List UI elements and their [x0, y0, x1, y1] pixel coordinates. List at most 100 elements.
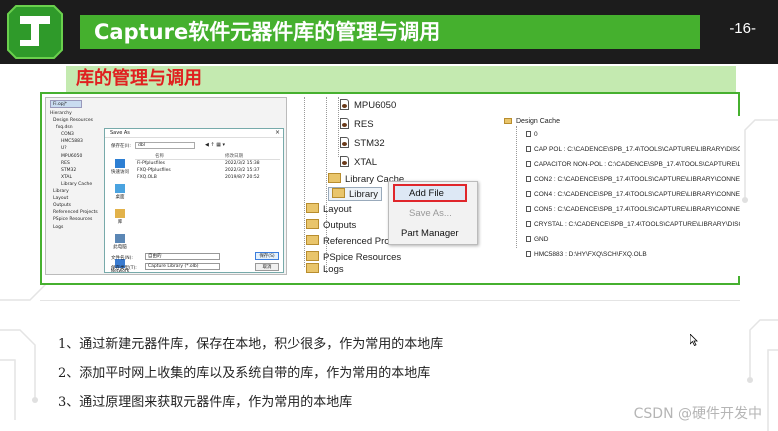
tree-item[interactable]: Referenced Projects — [50, 209, 98, 216]
tree-item[interactable]: HMC5883 — [50, 138, 94, 145]
brand-logo-icon — [7, 5, 63, 59]
part-icon — [526, 206, 531, 212]
cache-entry[interactable]: CRYSTAL : C:\CADENCE\SPB_17.4\TOOLS\CAPT… — [526, 220, 740, 230]
tree-item[interactable]: U? — [50, 145, 94, 152]
cache-entry-label: CON2 : C:\CADENCE\SPB_17.4\TOOLS\CAPTURE… — [534, 176, 740, 183]
tree-item-logs[interactable]: Logs — [306, 263, 344, 277]
column-name[interactable]: 名称 — [135, 153, 225, 159]
cancel-button[interactable]: 取消 — [255, 263, 279, 271]
project-tree-screenshot: MPU6050 RES STM32 XTAL Library Cache Lib… — [296, 97, 482, 277]
place-icon — [115, 159, 125, 168]
tree-item-library[interactable]: Library — [328, 187, 383, 201]
tree-item[interactable]: Logs — [50, 224, 94, 231]
place-item[interactable]: 此电脑 — [109, 234, 131, 257]
place-icon — [115, 234, 125, 243]
tree-item[interactable]: RES — [340, 118, 374, 132]
part-icon — [340, 118, 349, 129]
tree-item[interactable]: STM32 — [50, 167, 94, 174]
context-menu: Add File Save As... Part Manager — [388, 181, 478, 245]
tree-item[interactable]: Outputs — [50, 202, 94, 209]
tree-item-referenced[interactable]: Referenced Pro — [306, 235, 390, 249]
nav-toolbar-icons[interactable]: ◀ ↑ ▦ ▾ — [205, 142, 225, 148]
cache-entry-label: CON4 : C:\CADENCE\SPB_17.4\TOOLS\CAPTURE… — [534, 191, 740, 198]
folder-icon — [306, 263, 319, 273]
folder-icon — [328, 173, 341, 183]
part-icon — [526, 221, 531, 227]
file-list: 名称 修改日期 Fi-Pfplusfiles 2022/3/2 15:38 FXQ-… — [135, 153, 280, 181]
cache-entry-label: CAPACITOR NON-POL : C:\CADENCE\SPB_17.4\… — [534, 161, 740, 168]
filetype-select[interactable]: Capture Library (*.olb) — [145, 263, 220, 270]
cache-entry[interactable]: CON4 : C:\CADENCE\SPB_17.4\TOOLS\CAPTURE… — [526, 190, 740, 200]
file-date: 2022/3/2 15:37 — [225, 168, 260, 173]
cache-entry[interactable]: CON5 : C:\CADENCE\SPB_17.4\TOOLS\CAPTURE… — [526, 205, 740, 215]
save-button[interactable]: 保存(S) — [255, 252, 279, 260]
tree-item[interactable]: MPU6050 — [340, 99, 396, 113]
part-icon — [340, 156, 349, 167]
part-icon — [340, 137, 349, 148]
project-tab[interactable]: Fi.opj* — [50, 100, 82, 108]
file-row[interactable]: Fi-Pfplusfiles 2022/3/2 15:38 — [135, 160, 280, 167]
design-cache-screenshot: Design Cache 0 CAP POL : C:\CADENCE\SPB_1… — [490, 116, 740, 276]
cache-entry[interactable]: 0 — [526, 130, 538, 140]
save-in-select[interactable]: dbl — [135, 142, 195, 149]
filename-input[interactable]: 自由的 — [145, 253, 220, 260]
tree-item[interactable]: Library Cache — [50, 181, 94, 188]
tree-item[interactable]: MPU6050 — [50, 153, 94, 160]
folder-icon — [306, 219, 319, 229]
cache-entry[interactable]: CAPACITOR NON-POL : C:\CADENCE\SPB_17.4\… — [526, 160, 740, 170]
project-tree: Hierarchy Design Resources fxq.dsn CON3 HMC5… — [50, 110, 98, 231]
cache-entry[interactable]: CAP POL : C:\CADENCE\SPB_17.4\TOOLS\CAPT… — [526, 145, 740, 155]
close-icon[interactable]: × — [275, 129, 280, 136]
part-icon — [526, 146, 531, 152]
tree-item[interactable]: PSpice Resources — [50, 216, 94, 223]
cache-entry-label: 0 — [534, 131, 538, 138]
screenshot-panel: Fi.opj* Hierarchy Design Resources fxq.dsn… — [40, 92, 740, 285]
tree-item[interactable]: STM32 — [340, 137, 385, 151]
divider — [40, 300, 740, 301]
place-label: 此电脑 — [113, 245, 127, 250]
save-as-screenshot: Fi.opj* Hierarchy Design Resources fxq.dsn… — [45, 97, 287, 275]
cache-entry-label: CON5 : C:\CADENCE\SPB_17.4\TOOLS\CAPTURE… — [534, 206, 740, 213]
part-icon — [526, 251, 531, 257]
design-cache-root[interactable]: Design Cache — [504, 116, 560, 128]
menu-save-as[interactable]: Save As... — [409, 208, 452, 219]
tree-item[interactable]: Design Resources — [50, 117, 94, 124]
folder-icon — [306, 251, 319, 261]
tree-item[interactable]: XTAL — [340, 156, 377, 170]
dialog-title: Save As — [105, 129, 283, 138]
folder-icon — [306, 203, 319, 213]
tree-item[interactable]: Hierarchy — [50, 110, 94, 117]
tree-item[interactable]: XTAL — [50, 174, 94, 181]
place-item[interactable]: 快速访问 — [109, 159, 131, 182]
cache-entry-label: CAP POL : C:\CADENCE\SPB_17.4\TOOLS\CAPT… — [534, 146, 740, 153]
slide-header: Capture软件元器件库的管理与调用 -16- — [0, 0, 778, 64]
file-row[interactable]: FXQ-Pfplusfiles 2022/3/2 15:37 — [135, 167, 280, 174]
place-label: 快速访问 — [111, 170, 129, 175]
folder-icon — [306, 235, 319, 245]
part-icon — [526, 131, 531, 137]
cache-entry[interactable]: HMC5883 : D:\HY\FXQ\SCH\FXQ.OLB — [526, 250, 647, 260]
place-icon — [115, 184, 125, 193]
file-date: 2019/8/7 20:52 — [225, 175, 260, 180]
cache-entry-label: HMC5883 : D:\HY\FXQ\SCH\FXQ.OLB — [534, 251, 647, 258]
tree-item-outputs[interactable]: Outputs — [306, 219, 356, 233]
tree-item-layout[interactable]: Layout — [306, 203, 352, 217]
cache-entry[interactable]: GND — [526, 235, 548, 245]
tree-item[interactable]: Layout — [50, 195, 94, 202]
tree-item[interactable]: CON3 — [50, 131, 94, 138]
menu-part-manager[interactable]: Part Manager — [401, 228, 459, 239]
mouse-cursor-icon — [690, 334, 698, 346]
tree-item[interactable]: RES — [50, 160, 94, 167]
file-row[interactable]: FXQ.OLB 2019/8/7 20:52 — [135, 174, 280, 181]
place-icon — [115, 209, 125, 218]
menu-add-file[interactable]: Add File — [409, 188, 444, 199]
part-icon — [526, 191, 531, 197]
section-subtitle: 库的管理与调用 — [66, 66, 736, 92]
column-date[interactable]: 修改日期 — [225, 153, 275, 159]
cache-entry[interactable]: CON2 : C:\CADENCE\SPB_17.4\TOOLS\CAPTURE… — [526, 175, 740, 185]
place-item[interactable]: 桌面 — [109, 184, 131, 207]
place-item[interactable]: 库 — [109, 209, 131, 232]
page-number: -16- — [729, 20, 756, 37]
tree-item[interactable]: fxq.dsn — [50, 124, 94, 131]
tree-item[interactable]: Library — [50, 188, 94, 195]
